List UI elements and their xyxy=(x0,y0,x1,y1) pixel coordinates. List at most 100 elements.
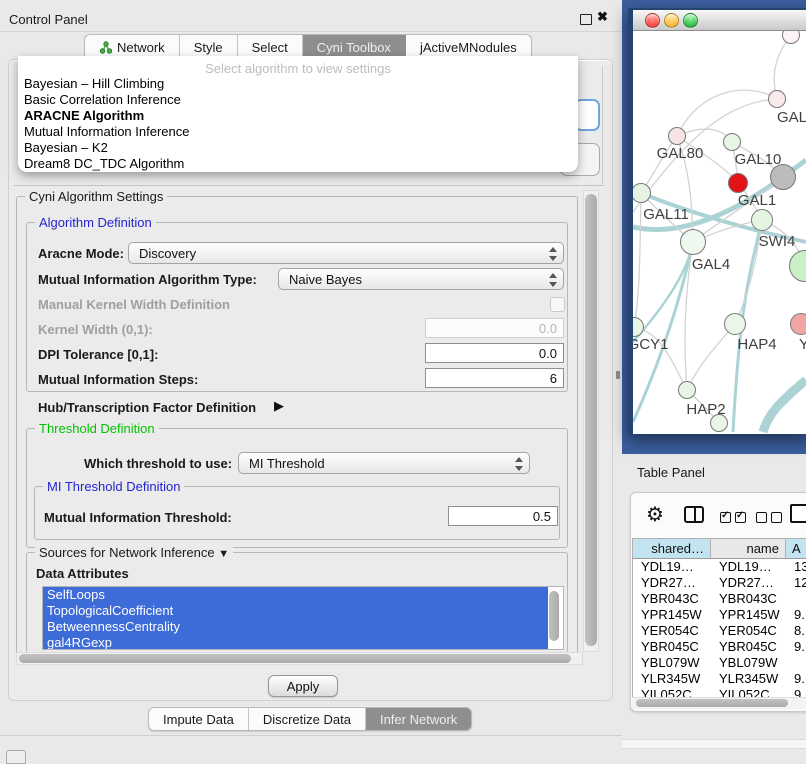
list-item[interactable]: BetweennessCentrality xyxy=(43,619,548,635)
settings-vscrollbar[interactable] xyxy=(585,194,597,646)
network-icon xyxy=(99,41,112,54)
dropdown-item[interactable]: Bayesian – Hill Climbing xyxy=(18,76,578,92)
kernel-width-field[interactable]: 0.0 xyxy=(425,318,564,338)
table-cell: YIL052C xyxy=(633,687,711,697)
network-node[interactable] xyxy=(668,127,686,145)
table-cell: 12 xyxy=(786,575,806,591)
network-node[interactable] xyxy=(633,183,651,203)
mi-steps-field[interactable]: 6 xyxy=(425,368,564,388)
dropdown-item[interactable]: Mutual Information Inference xyxy=(18,124,578,140)
which-threshold-label: Which threshold to use: xyxy=(84,456,232,471)
table-cell: YPR145W xyxy=(711,607,786,623)
table-cell xyxy=(786,655,806,671)
table-cell: YER054C xyxy=(711,623,786,639)
select-all-columns-icon[interactable] xyxy=(720,510,746,528)
manual-kernel-width-checkbox[interactable] xyxy=(550,297,565,312)
table-row[interactable]: YDR27…YDR27…12 xyxy=(633,575,806,591)
network-window-titlebar[interactable] xyxy=(633,10,806,31)
network-node[interactable] xyxy=(782,31,800,44)
table-cell: YBL079W xyxy=(711,655,786,671)
column-header-name[interactable]: name xyxy=(711,538,786,559)
network-node[interactable] xyxy=(680,229,706,255)
table-row[interactable]: YPR145WYPR145W9. xyxy=(633,607,806,623)
table-row[interactable]: YBL079WYBL079W xyxy=(633,655,806,671)
table-row[interactable]: YER054CYER054C8. xyxy=(633,623,806,639)
new-column-icon[interactable] xyxy=(790,504,806,523)
network-node[interactable] xyxy=(768,90,786,108)
network-canvas[interactable]: GAL80GAL10GAL1GAL11GAL4SWI4GCY1HAP4YHAP2… xyxy=(633,31,806,434)
tab-label: Impute Data xyxy=(163,712,234,727)
node-label: HAP4 xyxy=(737,336,776,353)
close-icon[interactable]: ✖ xyxy=(597,9,608,25)
table-row[interactable]: YBR045CYBR045C9. xyxy=(633,639,806,655)
column-header-partial[interactable]: A xyxy=(786,538,806,559)
minimize-traffic-light[interactable] xyxy=(664,13,679,28)
list-item[interactable]: TopologicalCoefficient xyxy=(43,603,548,619)
dpi-tolerance-label: DPI Tolerance [0,1]: xyxy=(38,347,158,362)
mi-algorithm-type-combo[interactable]: Naive Bayes xyxy=(278,268,564,290)
network-node[interactable] xyxy=(724,313,746,335)
table-row[interactable]: YDL19…YDL19…13 xyxy=(633,559,806,575)
mi-threshold-field[interactable]: 0.5 xyxy=(448,506,558,526)
table-row[interactable]: YBR043CYBR043C xyxy=(633,591,806,607)
table-settings-gear-icon[interactable]: ⚙ xyxy=(646,502,664,527)
combo-arrows-icon xyxy=(548,272,556,288)
tab-label: jActiveMNodules xyxy=(420,40,517,55)
collapse-arrow-icon[interactable]: ▼ xyxy=(218,548,229,560)
list-item[interactable]: SelfLoops xyxy=(43,587,548,603)
network-node[interactable] xyxy=(751,209,773,231)
table-panel-titlebar: Table Panel xyxy=(622,456,806,488)
network-node[interactable] xyxy=(678,381,696,399)
table-cell: 9. xyxy=(786,671,806,687)
node-label: HAP2 xyxy=(686,401,725,418)
data-attributes-list: SelfLoops TopologicalCoefficient Between… xyxy=(42,586,564,650)
dropdown-item-selected[interactable]: ARACNE Algorithm xyxy=(18,108,578,124)
tab-impute-data[interactable]: Impute Data xyxy=(149,708,249,730)
dropdown-item[interactable]: Bayesian – K2 xyxy=(18,140,578,156)
node-table: shared… name A YDL19…YDL19…13YDR27…YDR27… xyxy=(632,538,806,697)
tab-discretize-data[interactable]: Discretize Data xyxy=(249,708,366,730)
combo-arrows-icon xyxy=(514,456,522,472)
node-label: GAL xyxy=(777,109,806,126)
network-node[interactable] xyxy=(790,313,806,335)
list-scrollbar[interactable] xyxy=(549,591,559,641)
list-item[interactable]: gal4RGexp xyxy=(43,635,548,650)
table-row[interactable]: YLR345WYLR345W9. xyxy=(633,671,806,687)
deselect-all-columns-icon[interactable] xyxy=(756,510,782,528)
network-node[interactable] xyxy=(728,173,748,193)
data-attributes-label: Data Attributes xyxy=(36,566,129,581)
hub-definition-label: Hub/Transcription Factor Definition xyxy=(38,400,256,415)
group-title: Threshold Definition xyxy=(35,421,159,436)
dropdown-placeholder: Select algorithm to view settings xyxy=(18,56,578,76)
close-traffic-light[interactable] xyxy=(645,13,660,28)
tab-label: Cyni Toolbox xyxy=(317,40,391,55)
table-row[interactable]: YIL052CYIL052C9 xyxy=(633,687,806,697)
aracne-mode-combo[interactable]: Discovery xyxy=(128,242,564,264)
network-node[interactable] xyxy=(723,133,741,151)
control-panel-titlebar: Control Panel ✖ xyxy=(0,8,622,32)
expand-arrow-icon[interactable]: ▶ xyxy=(274,398,284,414)
network-node[interactable] xyxy=(789,250,806,282)
node-label: GAL10 xyxy=(735,151,782,168)
dropdown-item[interactable]: Dream8 DC_TDC Algorithm xyxy=(18,156,578,172)
field-value: 0.5 xyxy=(533,509,551,524)
mi-algorithm-type-label: Mutual Information Algorithm Type: xyxy=(38,272,257,287)
bottom-strip xyxy=(622,739,806,749)
table-cell: YBR045C xyxy=(711,639,786,655)
float-icon[interactable] xyxy=(580,14,592,25)
network-node[interactable] xyxy=(633,317,644,337)
dropdown-item[interactable]: Basic Correlation Inference xyxy=(18,92,578,108)
node-label: GAL1 xyxy=(738,192,776,209)
split-columns-icon[interactable] xyxy=(684,506,704,523)
which-threshold-combo[interactable]: MI Threshold xyxy=(238,452,530,474)
kernel-width-label: Kernel Width (0,1): xyxy=(38,322,153,337)
tab-infer-network[interactable]: Infer Network xyxy=(366,708,471,730)
column-header-shared-name[interactable]: shared… xyxy=(633,538,711,559)
settings-hscrollbar[interactable] xyxy=(19,654,571,663)
table-hscrollbar[interactable] xyxy=(636,699,788,707)
splitter-grip[interactable] xyxy=(616,371,620,379)
group-title: Cyni Algorithm Settings xyxy=(25,189,167,204)
zoom-traffic-light[interactable] xyxy=(683,13,698,28)
apply-button[interactable]: Apply xyxy=(268,675,338,697)
dpi-tolerance-field[interactable]: 0.0 xyxy=(425,343,564,363)
